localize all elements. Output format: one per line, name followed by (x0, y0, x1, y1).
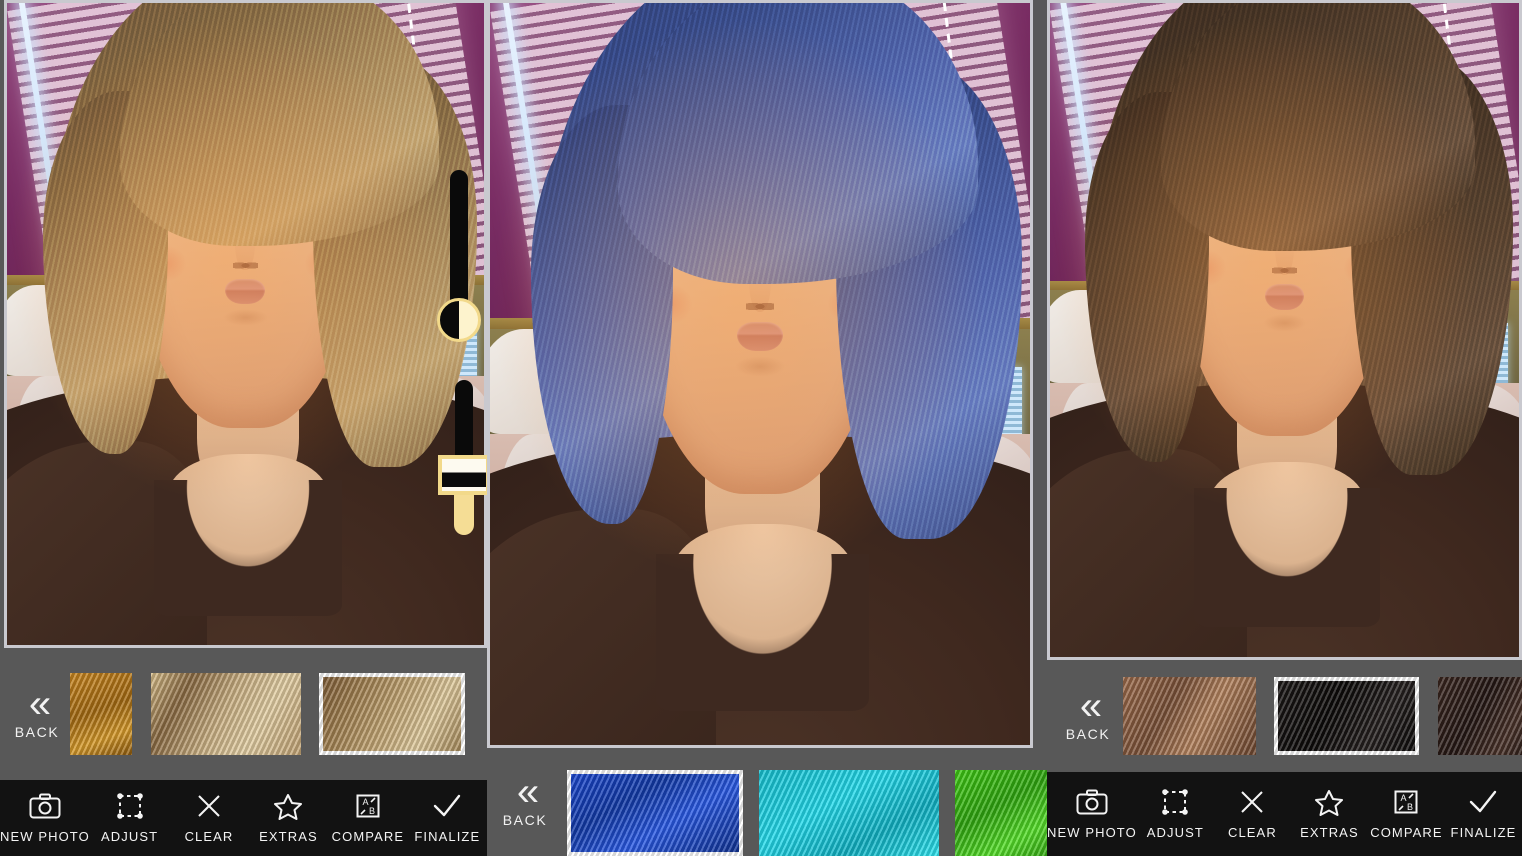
blend-slider-left[interactable] (434, 170, 484, 350)
tool-label: NEW PHOTO (0, 829, 90, 844)
photo-preview-right[interactable] (1047, 0, 1522, 660)
bottom-toolbar-right: NEW PHOTO ADJUST CLEAR EXTRAS A B COMPAR… (1047, 772, 1522, 856)
ab-compare-icon: A B (354, 788, 382, 824)
tool-clear-right[interactable]: CLEAR (1214, 784, 1291, 840)
swatch-dark-brown[interactable] (1438, 677, 1522, 755)
nostrils (233, 259, 258, 271)
intensity-slider-left[interactable] (434, 380, 487, 535)
half-circle-icon[interactable] (437, 298, 481, 342)
tool-clear-left[interactable]: CLEAR (169, 788, 248, 844)
tool-extras-left[interactable]: EXTRAS (249, 788, 328, 844)
tool-extras-right[interactable]: EXTRAS (1291, 784, 1368, 840)
photo-preview-left[interactable] (4, 0, 487, 648)
tool-label: NEW PHOTO (1047, 825, 1137, 840)
tool-label: ADJUST (1146, 825, 1204, 840)
photo-preview-center[interactable] (487, 0, 1033, 748)
tool-label: EXTRAS (259, 829, 318, 844)
hair-swatch-strip-left: « BACK (0, 648, 487, 780)
hair-sweep (119, 0, 439, 247)
subject-right (1047, 0, 1522, 660)
tshirt (153, 479, 343, 616)
screenshot-collage: « BACK NEW PHOTO ADJUST CLEAR EXTRAS A B… (0, 0, 1522, 856)
camera-icon (1076, 784, 1108, 820)
back-button-right[interactable]: « BACK (1059, 683, 1117, 742)
nostrils (1272, 264, 1297, 276)
tshirt (656, 553, 870, 711)
back-button-left[interactable]: « BACK (6, 681, 68, 740)
swatch-blue[interactable] (567, 770, 743, 856)
tool-adjust-right[interactable]: ADJUST (1137, 784, 1214, 840)
check-icon (431, 788, 463, 824)
star-icon (1314, 784, 1344, 820)
ab-compare-icon: A B (1392, 784, 1420, 820)
nostrils (746, 299, 774, 313)
crop-handles-icon (116, 788, 144, 824)
camera-icon (29, 788, 61, 824)
chin (734, 356, 786, 377)
chin (223, 308, 268, 327)
bottom-toolbar-left: NEW PHOTO ADJUST CLEAR EXTRAS A B COMPAR… (0, 780, 487, 856)
svg-text:A: A (1401, 793, 1407, 803)
check-icon (1467, 784, 1499, 820)
crop-handles-icon (1161, 784, 1189, 820)
hair-swatch-strip-right: « BACK (1047, 660, 1522, 772)
x-icon (195, 788, 223, 824)
swatch-brownblonde[interactable] (319, 673, 465, 755)
back-button-center[interactable]: « BACK (491, 769, 559, 828)
tool-compare-left[interactable]: A B COMPARE (328, 788, 407, 844)
hair-sweep (1161, 0, 1475, 251)
tool-label: FINALIZE (414, 829, 481, 844)
lips (1264, 284, 1305, 310)
svg-text:A: A (362, 797, 368, 807)
svg-text:B: B (369, 806, 375, 816)
tool-label: CLEAR (184, 829, 234, 844)
bar-handle-icon[interactable] (438, 455, 487, 495)
back-button-label: BACK (14, 723, 60, 740)
back-button-label: BACK (1065, 725, 1111, 742)
swatch-copper-brown[interactable] (1123, 677, 1256, 755)
star-icon (273, 788, 303, 824)
svg-text:B: B (1407, 802, 1413, 812)
subject-left (4, 0, 487, 648)
tool-new-photo-right[interactable]: NEW PHOTO (1047, 784, 1137, 840)
tool-label: ADJUST (100, 829, 159, 844)
swatch-green[interactable] (955, 770, 1047, 856)
swatch-golden[interactable] (70, 673, 132, 755)
back-button-label: BACK (502, 811, 548, 828)
chin (1262, 314, 1307, 333)
tool-label: COMPARE (331, 829, 405, 844)
x-icon (1238, 784, 1266, 820)
double-chevron-left-icon: « (1079, 683, 1102, 728)
swatch-teal[interactable] (759, 770, 939, 856)
lips (225, 278, 266, 305)
tool-finalize-left[interactable]: FINALIZE (408, 788, 487, 844)
panel-center: « BACK (487, 0, 1047, 856)
tool-adjust-left[interactable]: ADJUST (90, 788, 169, 844)
tool-finalize-right[interactable]: FINALIZE (1445, 784, 1522, 840)
hair-sweep (618, 0, 979, 285)
swatch-blonde[interactable] (151, 673, 301, 755)
tool-new-photo-left[interactable]: NEW PHOTO (0, 788, 90, 844)
tool-label: COMPARE (1370, 825, 1443, 840)
subject-center (487, 0, 1033, 748)
tool-label: CLEAR (1227, 825, 1277, 840)
swatch-black[interactable] (1274, 677, 1419, 755)
panel-right: « BACK NEW PHOTO ADJUST CLEAR EXTRAS A B… (1047, 0, 1522, 856)
tool-compare-right[interactable]: A B COMPARE (1368, 784, 1445, 840)
hair-swatch-strip-center: « BACK (487, 748, 1047, 856)
double-chevron-left-icon: « (516, 769, 539, 814)
lips (737, 321, 783, 352)
tool-label: EXTRAS (1300, 825, 1359, 840)
panel-left: « BACK NEW PHOTO ADJUST CLEAR EXTRAS A B… (0, 0, 487, 856)
double-chevron-left-icon: « (28, 681, 51, 726)
tool-label: FINALIZE (1450, 825, 1517, 840)
tshirt (1194, 488, 1380, 627)
